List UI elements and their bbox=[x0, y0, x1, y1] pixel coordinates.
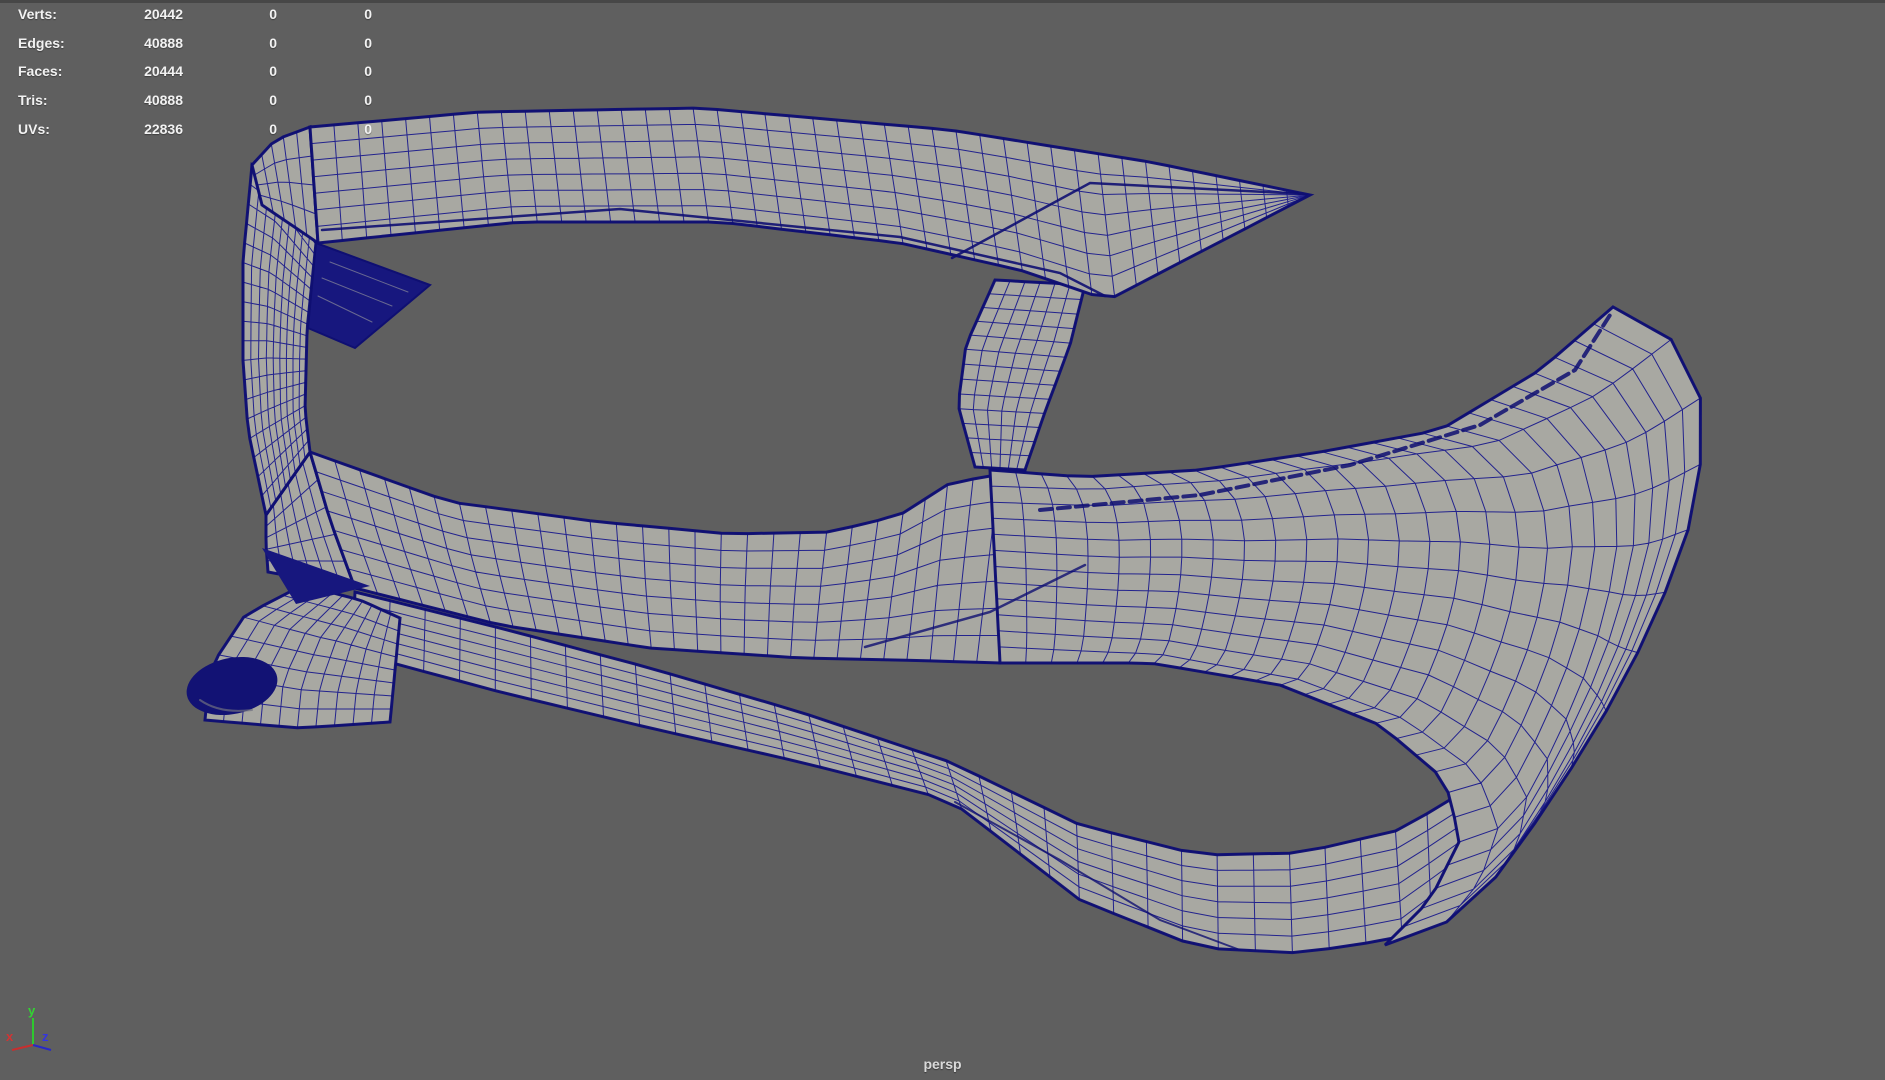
hud-row-faces: Faces: 20444 0 0 bbox=[0, 62, 420, 80]
hud-row-tris: Tris: 40888 0 0 bbox=[0, 91, 420, 109]
hud-value-selected: 0 bbox=[269, 63, 277, 79]
hud-label: UVs: bbox=[18, 121, 50, 137]
mesh-geometry bbox=[306, 241, 432, 350]
camera-name-label: persp bbox=[923, 1056, 962, 1072]
hud-value-selected: 0 bbox=[269, 121, 277, 137]
hud-value-total: 20444 bbox=[144, 63, 183, 79]
hud-label: Edges: bbox=[18, 35, 65, 51]
x-axis-line bbox=[11, 1044, 34, 1051]
z-axis-line bbox=[32, 1044, 52, 1051]
hud-value-selected: 0 bbox=[269, 92, 277, 108]
hud-value-selected: 0 bbox=[269, 35, 277, 51]
poly-count-hud: Verts: 20442 0 0 Edges: 40888 0 0 Faces:… bbox=[0, 0, 420, 150]
hud-row-verts: Verts: 20442 0 0 bbox=[0, 5, 420, 23]
hud-label: Verts: bbox=[18, 6, 57, 22]
mesh-geometry bbox=[310, 108, 1310, 297]
hud-value-extra: 0 bbox=[364, 92, 372, 108]
hud-value-extra: 0 bbox=[364, 6, 372, 22]
hud-label: Faces: bbox=[18, 63, 63, 79]
x-axis-label: x bbox=[6, 1029, 14, 1044]
viewport-3d[interactable]: Verts: 20442 0 0 Edges: 40888 0 0 Faces:… bbox=[0, 0, 1885, 1080]
hud-value-extra: 0 bbox=[364, 35, 372, 51]
wireframe-mesh-canvas[interactable] bbox=[0, 0, 1885, 1080]
hud-value-total: 40888 bbox=[144, 92, 183, 108]
hud-value-total: 20442 bbox=[144, 6, 183, 22]
hud-value-extra: 0 bbox=[364, 63, 372, 79]
hud-value-selected: 0 bbox=[269, 6, 277, 22]
hud-row-edges: Edges: 40888 0 0 bbox=[0, 34, 420, 52]
y-axis-label: y bbox=[28, 1003, 36, 1018]
hud-value-extra: 0 bbox=[364, 121, 372, 137]
hud-label: Tris: bbox=[18, 92, 48, 108]
hud-value-total: 22836 bbox=[144, 121, 183, 137]
hud-value-total: 40888 bbox=[144, 35, 183, 51]
z-axis-label: z bbox=[42, 1029, 49, 1044]
hud-row-uvs: UVs: 22836 0 0 bbox=[0, 120, 420, 138]
